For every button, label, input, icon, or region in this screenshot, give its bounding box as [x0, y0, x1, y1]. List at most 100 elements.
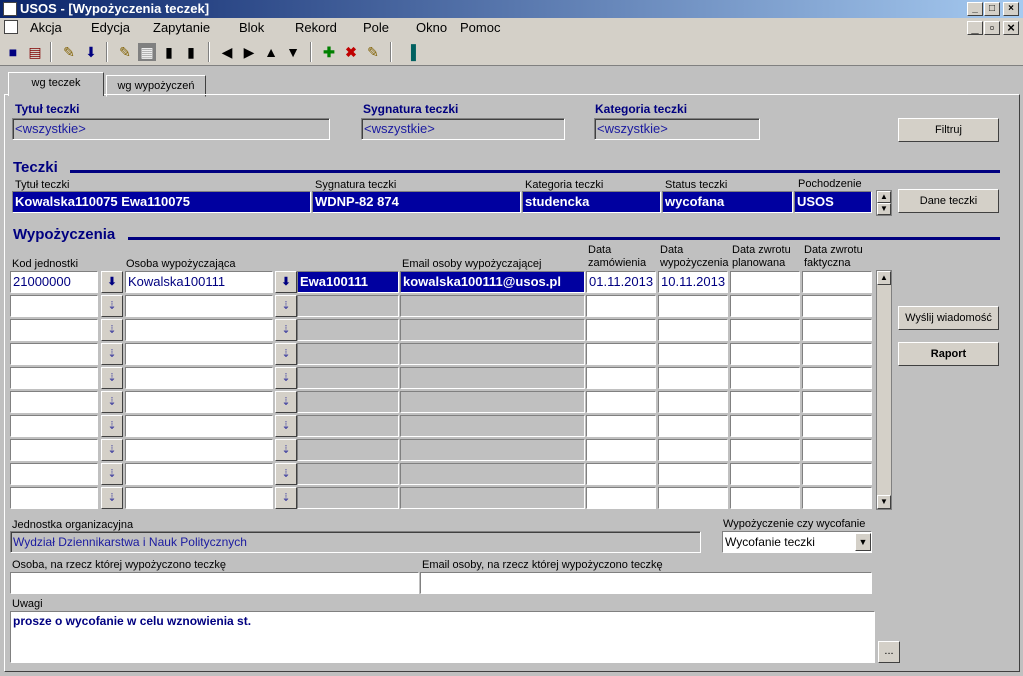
loan-cell-unit[interactable] [10, 367, 98, 389]
lov-arrow-icon[interactable]: ⇣ [101, 463, 123, 485]
child-minimize-button[interactable]: _ [967, 21, 983, 35]
loan-cell-surname[interactable] [125, 343, 273, 365]
loan-cell-name[interactable] [297, 319, 399, 341]
print-icon[interactable]: ▤ [26, 43, 44, 61]
menu-blok[interactable]: Blok [239, 20, 264, 35]
child-close-button[interactable]: × [1003, 21, 1019, 35]
child-restore-button[interactable]: ▫ [984, 21, 1000, 35]
loan-cell-order[interactable]: 01.11.2013 [586, 271, 656, 293]
loan-cell-unit[interactable] [10, 463, 98, 485]
loan-cell-surname[interactable] [125, 415, 273, 437]
loan-cell-planned[interactable] [730, 439, 800, 461]
tab-wg-teczek[interactable]: wg teczek [8, 72, 104, 96]
loan-cell-order[interactable] [586, 415, 656, 437]
loan-cell-email[interactable] [400, 487, 585, 509]
execute-icon[interactable]: ▦ [138, 43, 156, 61]
loan-cell-surname[interactable]: Kowalska100111 [125, 271, 273, 293]
teczki-scrollbar[interactable]: ▲ ▼ [876, 190, 892, 216]
scroll-down-icon[interactable]: ▼ [877, 495, 891, 509]
person-field[interactable] [10, 572, 419, 594]
loan-cell-unit[interactable] [10, 343, 98, 365]
email-field[interactable] [420, 572, 872, 594]
lov-arrow-icon[interactable]: ⇣ [101, 319, 123, 341]
loans-scrollbar[interactable]: ▲ ▼ [876, 270, 892, 510]
maximize-button[interactable]: □ [984, 2, 1000, 16]
loan-cell-loan[interactable] [658, 439, 728, 461]
lov-arrow-icon[interactable]: ⇣ [275, 295, 297, 317]
loan-cell-actual[interactable] [802, 319, 872, 341]
delete-icon[interactable]: ✖ [342, 43, 360, 61]
filter-title-field[interactable]: <wszystkie> [12, 118, 330, 140]
loan-cell-surname[interactable] [125, 367, 273, 389]
query-icon[interactable]: ✎ [116, 43, 134, 61]
lov-arrow-icon[interactable]: ⇣ [101, 343, 123, 365]
download-icon[interactable]: ⬇ [82, 43, 100, 61]
loan-cell-loan[interactable] [658, 391, 728, 413]
loan-cell-actual[interactable] [802, 271, 872, 293]
lov-arrow-icon[interactable]: ⇣ [101, 415, 123, 437]
loan-cell-surname[interactable] [125, 487, 273, 509]
loan-cell-loan[interactable] [658, 415, 728, 437]
loan-cell-order[interactable] [586, 343, 656, 365]
loan-cell-surname[interactable] [125, 295, 273, 317]
lov-arrow-icon[interactable]: ⇣ [101, 439, 123, 461]
loan-cell-planned[interactable] [730, 343, 800, 365]
loan-cell-unit[interactable] [10, 439, 98, 461]
loan-cell-order[interactable] [586, 391, 656, 413]
loan-cell-actual[interactable] [802, 415, 872, 437]
loan-cell-email[interactable] [400, 415, 585, 437]
loan-cell-planned[interactable] [730, 415, 800, 437]
loan-cell-name[interactable] [297, 391, 399, 413]
loan-cell-name[interactable] [297, 343, 399, 365]
exit-icon[interactable]: ▐ [402, 43, 420, 61]
filter-category-field[interactable]: <wszystkie> [594, 118, 760, 140]
loan-cell-order[interactable] [586, 463, 656, 485]
lov-arrow-icon[interactable]: ⇣ [275, 487, 297, 509]
loan-cell-actual[interactable] [802, 463, 872, 485]
loan-cell-order[interactable] [586, 367, 656, 389]
loan-cell-email[interactable]: kowalska100111@usos.pl [400, 271, 585, 293]
loan-cell-surname[interactable] [125, 319, 273, 341]
loan-cell-actual[interactable] [802, 391, 872, 413]
loan-cell-loan[interactable]: 10.11.2013 [658, 271, 728, 293]
loan-cell-unit[interactable] [10, 415, 98, 437]
loan-cell-email[interactable] [400, 319, 585, 341]
lov-arrow-icon[interactable]: ⇣ [275, 367, 297, 389]
loan-type-select[interactable]: Wycofanie teczki [722, 531, 872, 553]
close-button[interactable]: × [1003, 2, 1019, 16]
loan-cell-loan[interactable] [658, 319, 728, 341]
notes-more-button[interactable]: ... [878, 641, 900, 663]
loan-cell-unit[interactable] [10, 319, 98, 341]
teczka-title-field[interactable]: Kowalska110075 Ewa110075 [12, 191, 311, 213]
loan-cell-order[interactable] [586, 487, 656, 509]
loan-cell-name[interactable] [297, 415, 399, 437]
menu-zapytanie[interactable]: Zapytanie [153, 20, 210, 35]
lov-arrow-icon[interactable]: ⇣ [275, 439, 297, 461]
notes-field[interactable]: prosze o wycofanie w celu wznowienia st. [10, 611, 875, 663]
loan-cell-surname[interactable] [125, 439, 273, 461]
loan-cell-planned[interactable] [730, 295, 800, 317]
loan-cell-email[interactable] [400, 343, 585, 365]
loan-cell-name[interactable] [297, 367, 399, 389]
send-message-button[interactable]: Wyślij wiadomość [898, 306, 999, 330]
clear-icon[interactable]: ✎ [364, 43, 382, 61]
teczka-signature-field[interactable]: WDNP-82 874 [312, 191, 521, 213]
loan-cell-actual[interactable] [802, 295, 872, 317]
loan-cell-loan[interactable] [658, 367, 728, 389]
lov-arrow-icon[interactable]: ⇣ [275, 343, 297, 365]
lov-arrow-icon[interactable]: ⇣ [101, 391, 123, 413]
lov-arrow-icon[interactable]: ⬇ [275, 271, 297, 293]
prev-icon[interactable]: ◀ [218, 43, 236, 61]
filter-button[interactable]: Filtruj [898, 118, 999, 142]
loan-cell-planned[interactable] [730, 271, 800, 293]
menu-okno[interactable]: Okno [416, 20, 447, 35]
loan-cell-name[interactable] [297, 439, 399, 461]
loan-cell-planned[interactable] [730, 319, 800, 341]
edit-icon[interactable]: ✎ [60, 43, 78, 61]
loan-cell-email[interactable] [400, 367, 585, 389]
teczka-origin-field[interactable]: USOS [794, 191, 872, 213]
lov-arrow-icon[interactable]: ⇣ [275, 463, 297, 485]
loan-cell-planned[interactable] [730, 391, 800, 413]
doc-icon[interactable] [4, 20, 18, 34]
scroll-up-icon[interactable]: ▲ [877, 191, 891, 203]
